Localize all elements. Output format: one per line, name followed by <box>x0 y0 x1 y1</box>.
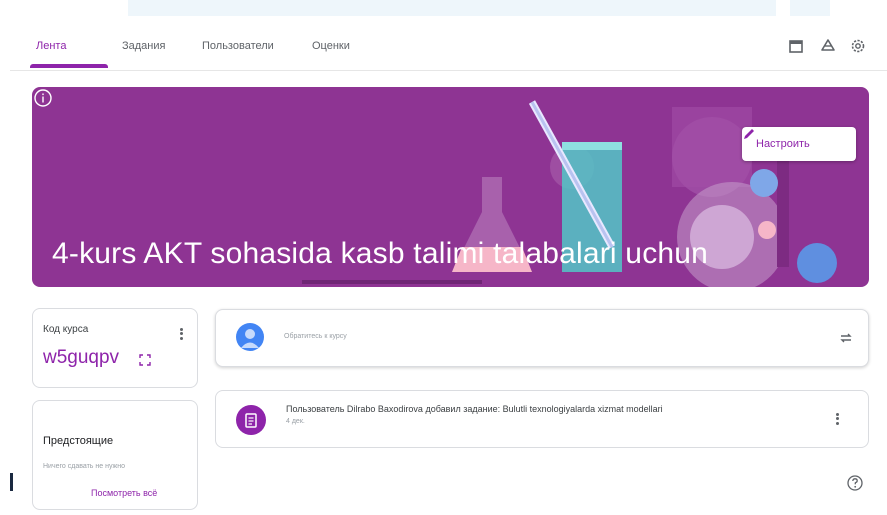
calendar-icon[interactable] <box>786 36 806 56</box>
repost-icon[interactable] <box>838 330 854 346</box>
class-code-label: Код курса <box>43 324 89 335</box>
help-icon[interactable] <box>846 474 864 492</box>
drive-icon[interactable] <box>818 36 838 56</box>
avatar <box>236 323 264 351</box>
announcement-input[interactable]: Обратитесь к курсу <box>284 333 347 340</box>
customize-button[interactable]: Настроить <box>742 127 856 161</box>
class-banner: 4-kurs AKT sohasida kasb talimi talabala… <box>32 87 869 287</box>
active-tab-indicator <box>30 64 108 68</box>
info-icon[interactable] <box>32 87 54 109</box>
upcoming-empty-text: Ничего сдавать не нужно <box>43 463 125 470</box>
tab-classwork[interactable]: Задания <box>122 40 165 52</box>
class-code-card: Код курса w5guqpv <box>32 308 198 388</box>
class-navigation: Лента Задания Пользователи Оценки <box>10 22 887 71</box>
tab-grades[interactable]: Оценки <box>312 40 350 52</box>
upcoming-title: Предстоящие <box>43 435 114 447</box>
class-code-more-icon[interactable] <box>178 326 184 341</box>
top-band <box>128 0 776 16</box>
top-band-right <box>790 0 830 16</box>
top-cropped-strip <box>0 0 887 20</box>
stream-item[interactable]: Пользователь Dilrabo Baxodirova добавил … <box>215 390 869 448</box>
assignment-avatar <box>236 405 266 435</box>
pencil-icon <box>744 129 754 139</box>
announce-composer[interactable]: Обратитесь к курсу <box>215 309 869 367</box>
class-title: 4-kurs AKT sohasida kasb talimi talabala… <box>52 237 709 270</box>
class-code-value: w5guqpv <box>43 347 120 368</box>
tab-stream[interactable]: Лента <box>36 40 66 52</box>
stream-item-date: 4 дек. <box>286 418 305 425</box>
stream-item-text: Пользователь Dilrabo Baxodirova добавил … <box>286 404 663 414</box>
settings-icon[interactable] <box>848 36 868 56</box>
fullscreen-icon[interactable] <box>139 354 151 366</box>
upcoming-card: Предстоящие Ничего сдавать не нужно Посм… <box>32 400 198 510</box>
assignment-icon <box>245 413 257 428</box>
tab-people[interactable]: Пользователи <box>202 40 274 52</box>
view-all-link[interactable]: Посмотреть всё <box>91 488 157 498</box>
user-avatar-icon <box>241 329 259 348</box>
window-edge-mark <box>10 473 13 491</box>
stream-item-more-icon[interactable] <box>834 411 840 426</box>
customize-label: Настроить <box>756 138 810 150</box>
